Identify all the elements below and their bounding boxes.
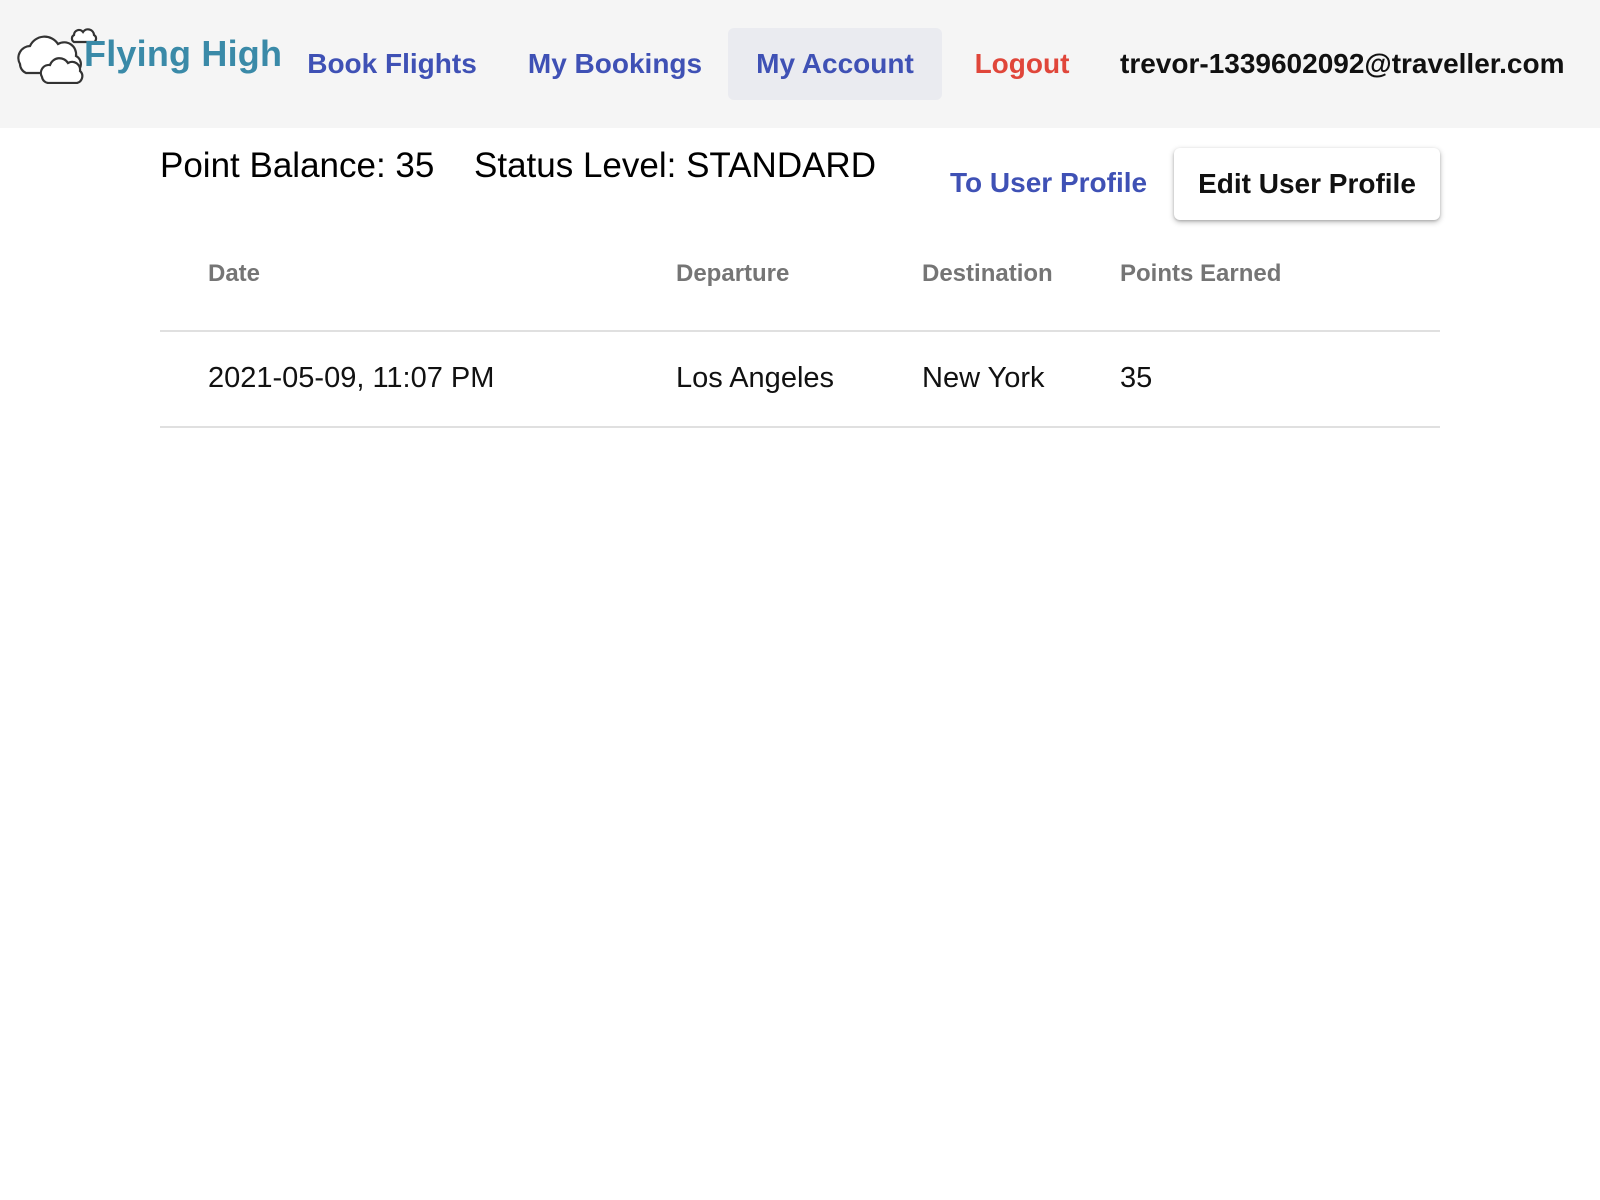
top-navbar: Flying High Book Flights My Bookings My …	[0, 0, 1600, 128]
header-points-earned[interactable]: Points Earned	[1120, 260, 1281, 288]
nav-my-bookings[interactable]: My Bookings	[520, 28, 710, 100]
user-email: trevor-1339602092@traveller.com	[1120, 48, 1565, 79]
table-header-row: Date Departure Destination Points Earned	[160, 232, 1440, 332]
point-balance: Point Balance: 35	[160, 146, 435, 185]
flying-high-logo[interactable]: Flying High	[12, 22, 282, 84]
logo-text: Flying High	[84, 33, 283, 74]
points-history-table: Date Departure Destination Points Earned…	[160, 232, 1440, 428]
header-departure[interactable]: Departure	[676, 260, 789, 288]
cell-destination: New York	[922, 362, 1045, 394]
header-destination[interactable]: Destination	[922, 260, 1053, 288]
nav-book-flights[interactable]: Book Flights	[298, 28, 486, 100]
table-row[interactable]: 2021-05-09, 11:07 PM Los Angeles New Yor…	[160, 332, 1440, 428]
nav-logout[interactable]: Logout	[966, 28, 1078, 100]
header-date[interactable]: Date	[208, 260, 260, 288]
status-level: Status Level: STANDARD	[474, 146, 876, 185]
to-user-profile-link[interactable]: To User Profile	[950, 162, 1147, 204]
nav-my-account[interactable]: My Account	[728, 28, 942, 100]
cell-departure: Los Angeles	[676, 362, 835, 394]
edit-user-profile-button[interactable]: Edit User Profile	[1174, 148, 1440, 220]
cell-points-earned: 35	[1120, 362, 1153, 394]
cell-date: 2021-05-09, 11:07 PM	[208, 362, 495, 394]
